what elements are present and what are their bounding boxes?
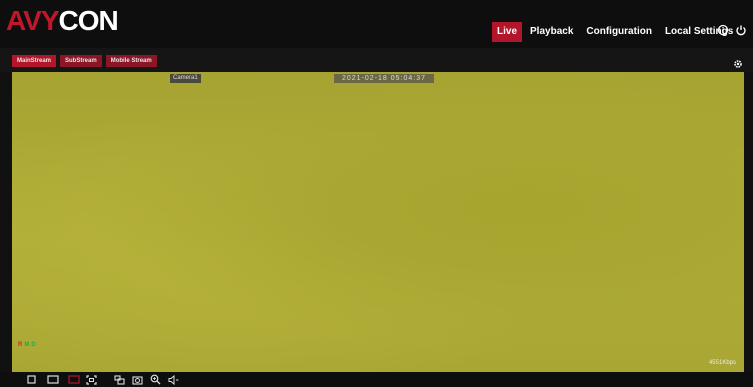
live-video[interactable]: Camera1 2021-02-18 05:04:37 R M D 4551Kb… (12, 72, 744, 372)
nav-playback[interactable]: Playback (525, 22, 578, 42)
split-icon[interactable] (113, 374, 126, 385)
bottom-toolbar (0, 372, 753, 387)
motion-indicator: M (24, 342, 30, 348)
stream-tabs: MainStream SubStream Mobile Stream (12, 55, 157, 67)
tool-buttons (25, 374, 180, 385)
snapshot-icon[interactable] (131, 374, 144, 385)
zoom-icon[interactable] (149, 374, 162, 385)
record-indicator: R (18, 342, 23, 348)
fullscreen-red-icon[interactable] (67, 374, 80, 385)
window-view-icon[interactable] (46, 374, 59, 385)
nav-icons (717, 24, 747, 36)
brand-logo-part2: CON (58, 5, 119, 36)
nav-live[interactable]: Live (492, 22, 523, 42)
stream-bar: MainStream SubStream Mobile Stream (0, 48, 753, 72)
nav-configuration[interactable]: Configuration (581, 22, 657, 42)
stretch-icon[interactable] (85, 374, 98, 385)
top-bar: AVYCON Live Playback Configuration Local… (0, 0, 753, 48)
info-icon[interactable] (717, 24, 729, 36)
main-nav: Live Playback Configuration Local Settin… (492, 22, 738, 42)
tab-mobile-stream[interactable]: Mobile Stream (105, 55, 157, 67)
brand-logo: AVYCON (6, 5, 119, 36)
detection-indicator: D (31, 342, 36, 348)
single-view-icon[interactable] (25, 374, 38, 385)
power-icon[interactable] (735, 24, 747, 36)
bitrate-readout: 4551Kbps (708, 360, 736, 366)
status-indicators: R M D (18, 342, 36, 348)
tab-sub-stream[interactable]: SubStream (60, 55, 102, 67)
tab-main-stream[interactable]: MainStream (12, 55, 57, 67)
timestamp-osd: 2021-02-18 05:04:37 (334, 74, 434, 83)
audio-icon[interactable] (167, 374, 180, 385)
brand-logo-part1: AVY (6, 5, 59, 36)
camera-name-osd: Camera1 (170, 74, 201, 83)
